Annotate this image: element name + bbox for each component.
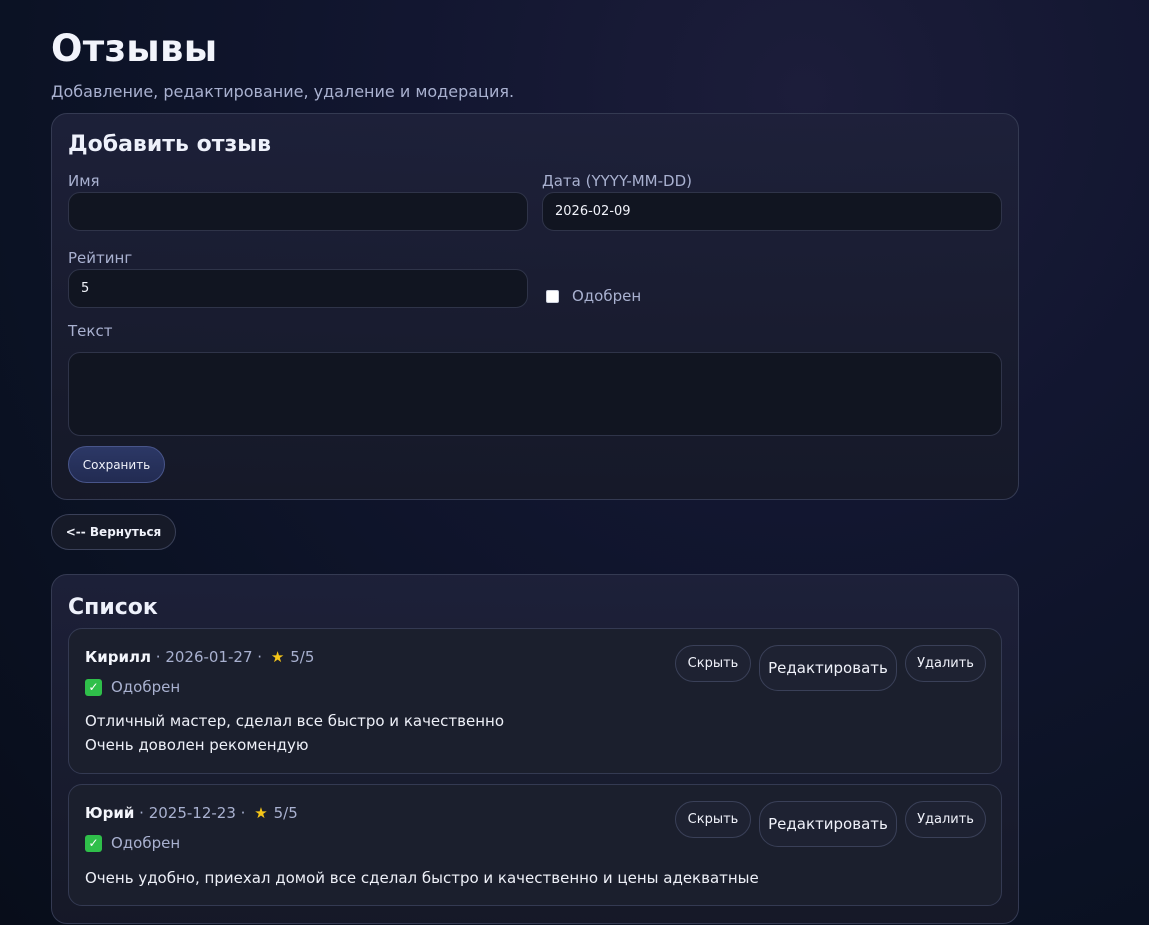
approved-toggle[interactable]: Одобрен [546, 287, 641, 305]
rating-input[interactable]: 5 [68, 269, 528, 308]
review-text: Очень удобно, приехал домой все сделал б… [85, 866, 759, 890]
meta-separator: · [134, 804, 149, 822]
star-icon: ★ [270, 648, 285, 666]
save-button[interactable]: Сохранить [68, 446, 165, 483]
approved-label: Одобрен [572, 287, 642, 305]
status-label: Одобрен [111, 678, 181, 696]
date-input[interactable]: 2026-02-09 [542, 192, 1002, 231]
check-mark-icon: ✓ [85, 834, 102, 852]
edit-button[interactable]: Редактировать [759, 645, 897, 691]
hide-button[interactable]: Скрыть [675, 645, 751, 682]
review-text: Отличный мастер, сделал все быстро и кач… [85, 709, 504, 757]
delete-button[interactable]: Удалить [905, 801, 986, 838]
reviews-list: Список Кирилл · 2026-01-27 · ★ 5/5 ✓ Одо… [51, 574, 1019, 924]
review-rating: 5/5 [273, 804, 298, 822]
date-label: Дата (YYYY-MM-DD) [542, 172, 692, 190]
list-title: Список [68, 595, 158, 620]
back-button[interactable]: <-- Вернуться [51, 514, 176, 550]
text-input[interactable] [68, 352, 1002, 436]
form-title: Добавить отзыв [68, 132, 272, 157]
add-review-form: Добавить отзыв Имя Дата (YYYY-MM-DD) 202… [51, 113, 1019, 500]
review-text-line: Очень доволен рекомендую [85, 736, 309, 754]
meta-separator: · [252, 648, 267, 666]
review-text-line: Отличный мастер, сделал все быстро и кач… [85, 712, 505, 730]
edit-button[interactable]: Редактировать [759, 801, 897, 847]
meta-separator: · [151, 648, 166, 666]
review-rating: 5/5 [290, 648, 315, 666]
review-text-line: Очень удобно, приехал домой все сделал б… [85, 869, 759, 887]
status-badge: ✓ Одобрен [85, 678, 180, 696]
review-author: Кирилл [85, 648, 151, 666]
check-mark-icon: ✓ [85, 678, 102, 696]
name-label: Имя [68, 172, 100, 190]
review-meta: Кирилл · 2026-01-27 · ★ 5/5 [85, 648, 314, 666]
delete-button[interactable]: Удалить [905, 645, 986, 682]
meta-separator: · [235, 804, 251, 822]
review-date: 2025-12-23 [148, 804, 236, 822]
name-input[interactable] [68, 192, 528, 231]
review-item: Кирилл · 2026-01-27 · ★ 5/5 ✓ Одобрен От… [68, 628, 1002, 774]
page-subtitle: Добавление, редактирование, удаление и м… [51, 82, 515, 101]
status-label: Одобрен [111, 834, 181, 852]
approved-checkbox[interactable] [546, 289, 559, 303]
review-author: Юрий [85, 804, 135, 822]
status-badge: ✓ Одобрен [85, 834, 180, 852]
rating-label: Рейтинг [68, 249, 133, 267]
review-date: 2026-01-27 [165, 648, 253, 666]
hide-button[interactable]: Скрыть [675, 801, 751, 838]
star-icon: ★ [254, 804, 268, 822]
review-meta: Юрий · 2025-12-23 · ★ 5/5 [85, 804, 298, 822]
page-title: Отзывы [51, 27, 218, 70]
review-item: Юрий · 2025-12-23 · ★ 5/5 ✓ Одобрен Очен… [68, 784, 1002, 906]
reviews-page: Отзывы Добавление, редактирование, удале… [51, 26, 1019, 924]
text-label: Текст [68, 322, 113, 340]
